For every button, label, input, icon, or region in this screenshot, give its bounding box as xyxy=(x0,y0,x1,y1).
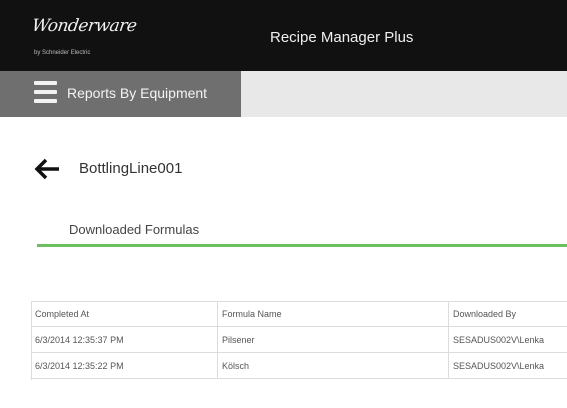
wonderware-logo: Wonderware by Schneider Electric xyxy=(28,12,146,66)
table-header-row: Completed At Formula Name Downloaded By xyxy=(31,301,567,327)
app-title: Recipe Manager Plus xyxy=(270,29,414,46)
formulas-table: Completed At Formula Name Downloaded By … xyxy=(31,301,567,379)
nav-bar: Reports By Equipment xyxy=(0,71,567,117)
app-header: Wonderware by Schneider Electric Recipe … xyxy=(0,0,567,71)
tab-downloaded-formulas[interactable]: Downloaded Formulas xyxy=(69,222,199,237)
hamburger-menu-icon[interactable] xyxy=(34,81,57,103)
column-header-formula-name[interactable]: Formula Name xyxy=(218,302,449,326)
cell-completed-at: 6/3/2014 12:35:37 PM xyxy=(31,327,218,352)
table-row[interactable]: 6/3/2014 12:35:37 PM Pilsener SESADUS002… xyxy=(31,327,567,353)
cell-completed-at: 6/3/2014 12:35:22 PM xyxy=(31,353,218,378)
table-row[interactable]: 6/3/2014 12:35:22 PM Kölsch SESADUS002V\… xyxy=(31,353,567,379)
cell-downloaded-by: SESADUS002V\Lenka xyxy=(453,334,545,345)
nav-title: Reports By Equipment xyxy=(67,85,208,101)
cell-downloaded-by: SESADUS002V\Lenka xyxy=(453,360,545,371)
arrow-left-icon[interactable] xyxy=(34,158,60,180)
nav-menu-button[interactable]: Reports By Equipment xyxy=(0,71,241,117)
tab-active-indicator xyxy=(37,244,567,247)
equipment-title: BottlingLine001 xyxy=(79,160,183,177)
logo-subtitle: by Schneider Electric xyxy=(34,50,91,56)
logo-wordmark: Wonderware xyxy=(30,16,138,36)
cell-formula-name: Pilsener xyxy=(218,327,449,352)
column-header-completed-at[interactable]: Completed At xyxy=(31,302,218,326)
cell-formula-name: Kölsch xyxy=(218,353,449,378)
column-header-downloaded-by[interactable]: Downloaded By xyxy=(449,302,567,326)
